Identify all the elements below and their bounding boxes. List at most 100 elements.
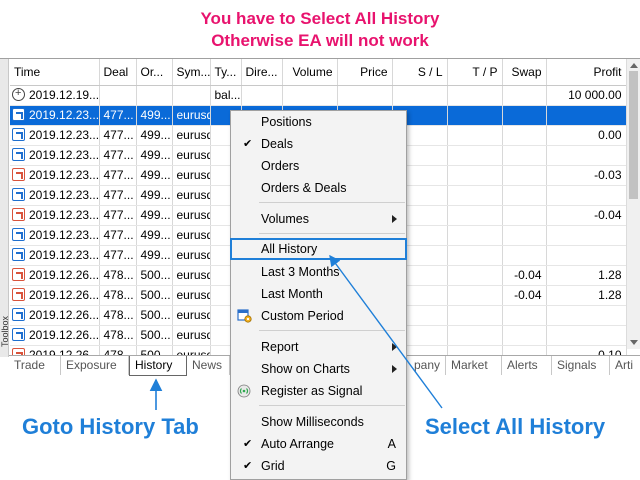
instruction-line-1: You have to Select All History — [200, 9, 440, 28]
sell-deal-icon — [12, 208, 25, 221]
cell-swap: -0.04 — [502, 265, 547, 286]
cell-profit — [546, 325, 627, 346]
cell-deal: 477... — [99, 165, 137, 186]
cell-symbol-text: eurusd — [176, 208, 210, 222]
cell-tp — [447, 185, 503, 206]
menu-item-label: Volumes — [261, 212, 309, 226]
tab-alerts[interactable]: Alerts — [502, 356, 552, 375]
menu-item-last-month[interactable]: Last Month — [231, 283, 406, 305]
cell-symbol: eurusd — [172, 185, 211, 206]
col-price-header[interactable]: Price — [337, 59, 393, 86]
vertical-scrollbar[interactable] — [626, 59, 640, 349]
menu-item-label: Custom Period — [261, 309, 344, 323]
cell-tp — [447, 145, 503, 166]
cell-deal: 477... — [99, 125, 137, 146]
menu-item-custom-period[interactable]: Custom Period — [231, 305, 406, 327]
col-order-header[interactable]: Or... — [136, 59, 173, 86]
cell-symbol-text: eurusd — [176, 148, 210, 162]
menu-item-auto-arrange[interactable]: ✔ Auto Arrange A — [231, 433, 406, 455]
scroll-down-arrow-icon[interactable] — [630, 340, 638, 345]
cell-order: 499... — [136, 125, 173, 146]
cell-order-text: 500... — [140, 288, 171, 302]
col-tp-header[interactable]: T / P — [447, 59, 503, 86]
submenu-arrow-icon — [392, 343, 397, 351]
sell-deal-icon — [12, 288, 25, 301]
col-volume-header[interactable]: Volume — [282, 59, 338, 86]
tab-news[interactable]: News — [187, 356, 230, 375]
menu-item-grid[interactable]: ✔ Grid G — [231, 455, 406, 477]
buy-deal-icon — [12, 108, 25, 121]
cell-volume — [282, 85, 338, 106]
cell-profit-text: 10 000.00 — [568, 88, 622, 102]
cell-symbol: eurusd — [172, 325, 211, 346]
cell-order-text: 499... — [140, 188, 171, 202]
cell-profit: -0.03 — [546, 165, 627, 186]
menu-item-show-milliseconds[interactable]: Show Milliseconds — [231, 411, 406, 433]
menu-item-label: Last 3 Months — [261, 265, 340, 279]
cell-order-text: 499... — [140, 228, 171, 242]
cell-profit — [546, 225, 627, 246]
tab-trade[interactable]: Trade — [9, 356, 61, 375]
cell-time: 2019.12.19... — [10, 85, 100, 106]
cell-deal: 477... — [99, 185, 137, 206]
buy-deal-icon — [12, 128, 25, 141]
cell-symbol-text: eurusd — [176, 248, 210, 262]
tab-articles[interactable]: Arti — [610, 356, 640, 375]
calendar-gear-icon — [237, 309, 252, 323]
cell-time-text: 2019.12.23... — [29, 128, 99, 142]
cell-symbol: eurusd — [172, 105, 211, 126]
buy-deal-icon — [12, 228, 25, 241]
cell-swap-text: -0.04 — [514, 288, 542, 302]
cell-tp — [447, 285, 503, 306]
cell-deal-text: 477... — [103, 228, 134, 242]
menu-item-orders-deals[interactable]: Orders & Deals — [231, 177, 406, 199]
col-profit-header[interactable]: Profit — [546, 59, 627, 86]
menu-item-show-on-charts[interactable]: Show on Charts — [231, 358, 406, 380]
cell-time-text: 2019.12.26... — [29, 328, 99, 342]
menu-item-label: Report — [261, 340, 299, 354]
scroll-thumb[interactable] — [629, 71, 638, 199]
menu-item-last-3-months[interactable]: Last 3 Months — [231, 261, 406, 283]
cell-symbol-text: eurusd — [176, 308, 210, 322]
tab-exposure[interactable]: Exposure — [61, 356, 129, 375]
shortcut-key: G — [386, 459, 396, 473]
menu-item-report[interactable]: Report — [231, 336, 406, 358]
col-sl-header[interactable]: S / L — [392, 59, 448, 86]
col-type-header[interactable]: Ty... — [210, 59, 242, 86]
buy-deal-icon — [12, 308, 25, 321]
tab-signals[interactable]: Signals — [552, 356, 610, 375]
menu-item-label: Auto Arrange — [261, 437, 334, 451]
menu-item-deals[interactable]: ✔ Deals — [231, 133, 406, 155]
tab-market[interactable]: Market — [446, 356, 502, 375]
menu-item-label: All History — [261, 242, 318, 256]
menu-item-label: Orders & Deals — [261, 181, 347, 195]
menu-item-volumes[interactable]: Volumes — [231, 208, 406, 230]
menu-item-positions[interactable]: Positions — [231, 111, 406, 133]
cell-deal: 477... — [99, 225, 137, 246]
cell-time: 2019.12.23... — [10, 125, 100, 146]
col-deal-header[interactable]: Deal — [99, 59, 137, 86]
col-direction-header[interactable]: Dire... — [241, 59, 283, 86]
cell-order: 500... — [136, 265, 173, 286]
menu-item-label: Deals — [261, 137, 293, 151]
cell-swap — [502, 145, 547, 166]
cell-tp — [447, 265, 503, 286]
tab-history[interactable]: History — [129, 356, 187, 376]
cell-time-text: 2019.12.23... — [29, 148, 99, 162]
cell-profit-text: 0.00 — [598, 128, 622, 142]
menu-item-all-history[interactable]: All History — [230, 238, 407, 260]
cell-deal: 478... — [99, 285, 137, 306]
col-time-header[interactable]: Time — [10, 59, 100, 86]
cell-deal: 477... — [99, 105, 137, 126]
callout-select-all-history: Select All History — [425, 414, 606, 439]
menu-item-orders[interactable]: Orders — [231, 155, 406, 177]
tab-company[interactable]: pany — [404, 356, 446, 375]
cell-type-text: bal... — [214, 88, 241, 102]
table-row[interactable]: 2019.12.19... bal... 10 000.00 — [10, 85, 627, 106]
col-swap-header[interactable]: Swap — [502, 59, 547, 86]
scroll-up-arrow-icon[interactable] — [630, 63, 638, 68]
cell-swap — [502, 125, 547, 146]
col-symbol-header[interactable]: Sym... — [172, 59, 211, 86]
cell-deal: 478... — [99, 265, 137, 286]
menu-item-register-signal[interactable]: Register as Signal — [231, 380, 406, 402]
